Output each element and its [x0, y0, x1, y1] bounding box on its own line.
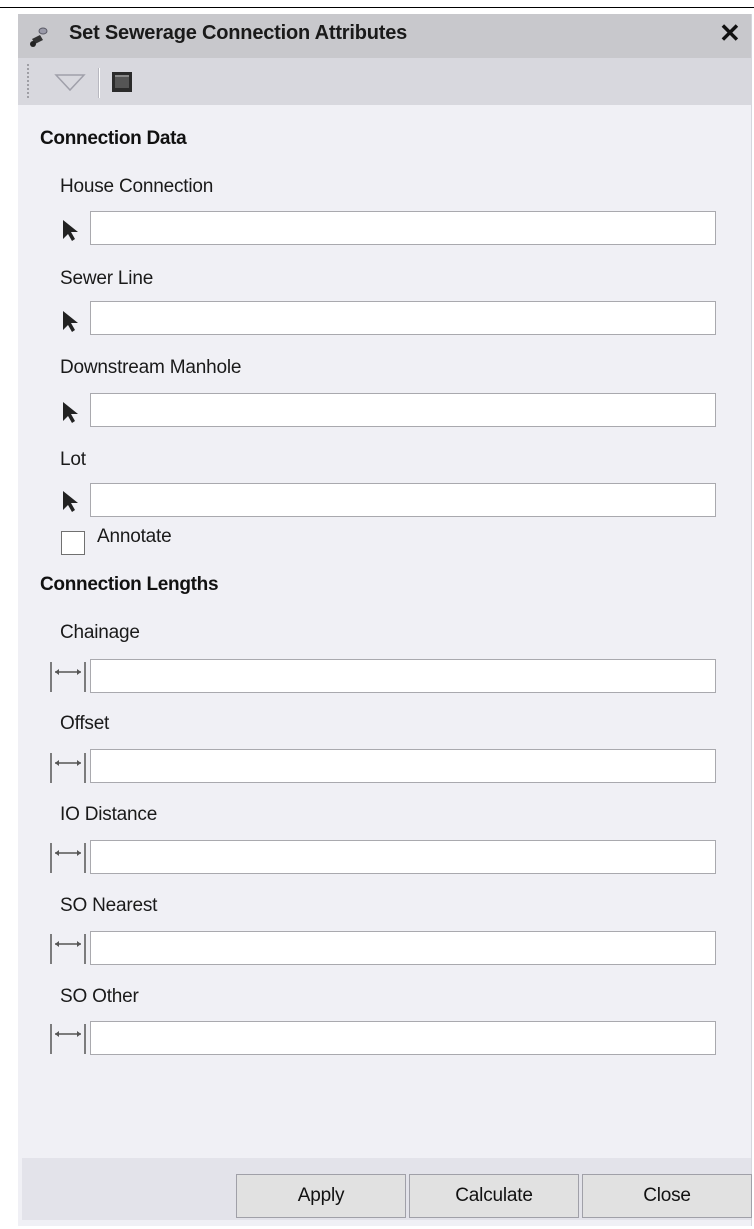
chevron-down-icon[interactable]: [52, 70, 88, 94]
measure-distance-icon[interactable]: [48, 841, 88, 875]
downstream-manhole-input[interactable]: [90, 393, 716, 427]
annotate-checkbox[interactable]: [61, 531, 85, 555]
offset-input[interactable]: [90, 749, 716, 783]
section-title-connection-lengths: Connection Lengths: [40, 574, 219, 595]
annotate-label[interactable]: Annotate: [97, 526, 172, 548]
so-nearest-input[interactable]: [90, 931, 716, 965]
tool-icon: [30, 27, 48, 47]
chainage-input[interactable]: [90, 659, 716, 693]
so-other-input[interactable]: [90, 1021, 716, 1055]
label-offset: Offset: [60, 713, 110, 734]
measure-distance-icon[interactable]: [48, 1022, 88, 1056]
label-so-other: SO Other: [60, 986, 139, 1007]
pick-arrow-icon[interactable]: [60, 489, 82, 513]
label-io-distance: IO Distance: [60, 804, 158, 825]
label-chainage: Chainage: [60, 622, 140, 643]
measure-distance-icon[interactable]: [48, 751, 88, 785]
close-button[interactable]: Close: [582, 1174, 752, 1218]
pick-arrow-icon[interactable]: [60, 400, 82, 424]
label-lot: Lot: [60, 449, 86, 470]
toolbar-separator: [98, 68, 100, 98]
dialog-title: Set Sewerage Connection Attributes: [69, 22, 408, 44]
close-icon[interactable]: ✕: [719, 19, 741, 47]
calculate-button[interactable]: Calculate: [409, 1174, 579, 1218]
lot-input[interactable]: [90, 483, 716, 517]
label-so-nearest: SO Nearest: [60, 895, 158, 916]
house-connection-input[interactable]: [90, 211, 716, 245]
label-downstream-manhole: Downstream Manhole: [60, 357, 242, 378]
label-sewer-line: Sewer Line: [60, 268, 154, 289]
console-icon[interactable]: [111, 71, 133, 93]
window-top-border: [0, 0, 754, 8]
label-house-connection: House Connection: [60, 176, 214, 197]
measure-distance-icon[interactable]: [48, 660, 88, 694]
section-title-connection-data: Connection Data: [40, 128, 187, 149]
pick-arrow-icon[interactable]: [60, 218, 82, 242]
sewer-line-input[interactable]: [90, 301, 716, 335]
measure-distance-icon[interactable]: [48, 932, 88, 966]
toolbar-grip[interactable]: [26, 63, 30, 99]
pick-arrow-icon[interactable]: [60, 309, 82, 333]
io-distance-input[interactable]: [90, 840, 716, 874]
apply-button[interactable]: Apply: [236, 1174, 406, 1218]
